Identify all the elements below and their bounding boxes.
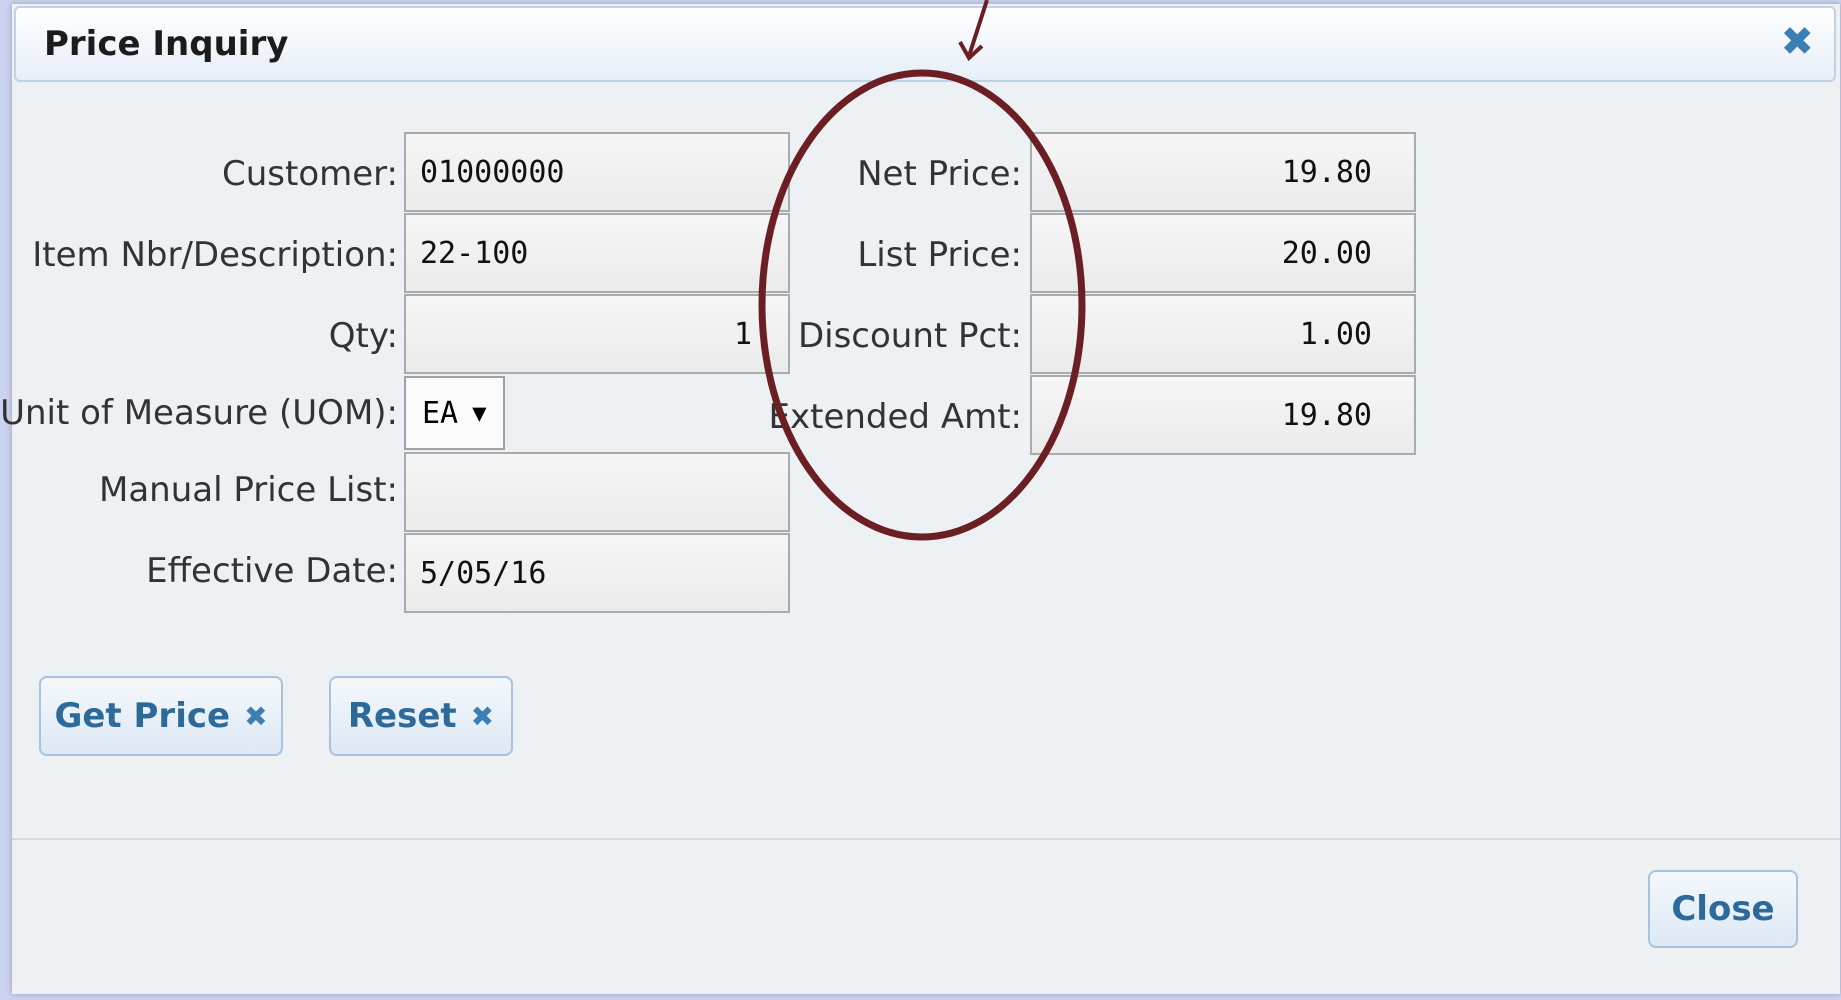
annotation-overlay (758, 0, 1086, 541)
highlight-ellipse (758, 69, 1086, 541)
